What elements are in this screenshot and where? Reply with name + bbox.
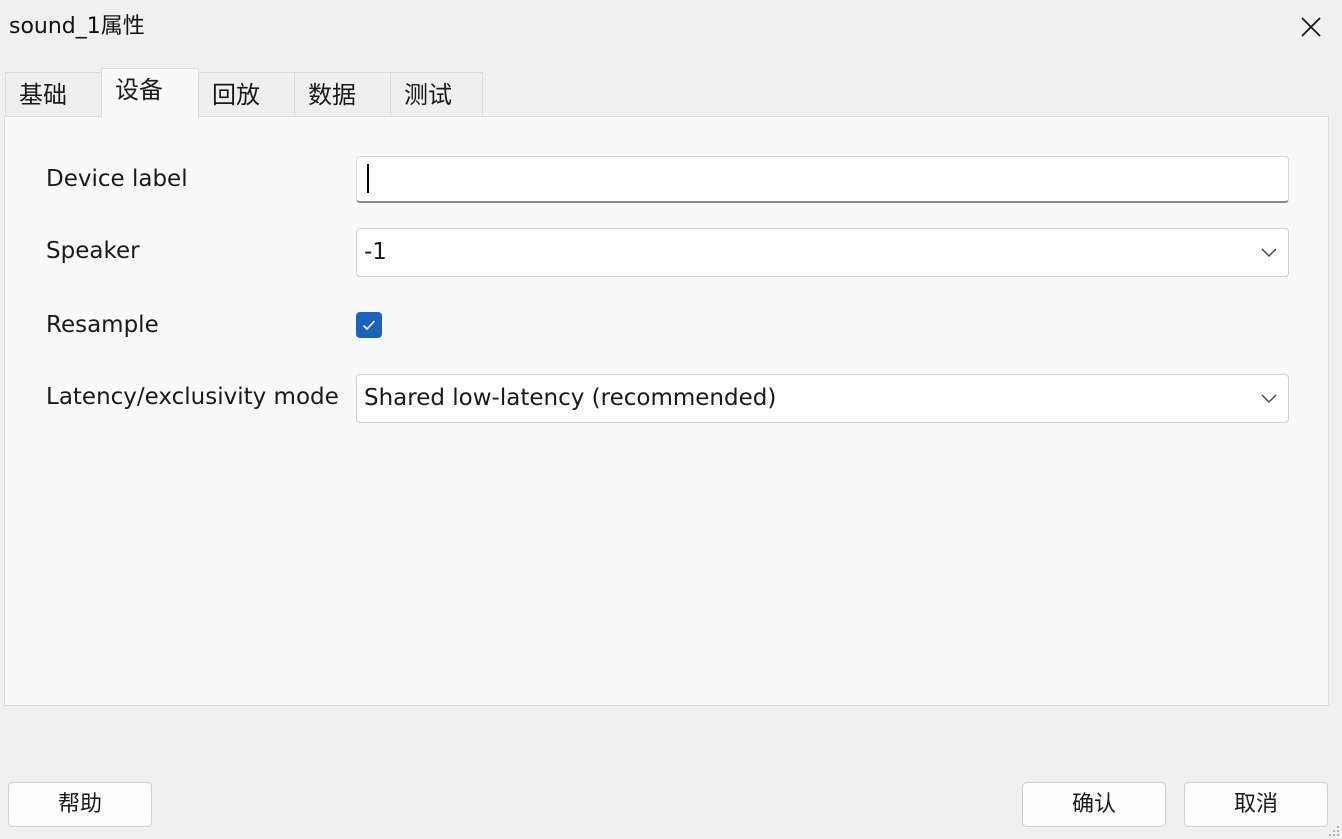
ok-button[interactable]: 确认 xyxy=(1022,782,1166,827)
tab-data[interactable]: 数据 xyxy=(294,72,391,116)
tab-basic[interactable]: 基础 xyxy=(5,72,102,116)
tab-test[interactable]: 测试 xyxy=(390,72,483,116)
window-title: sound_1属性 xyxy=(9,14,145,39)
resample-label: Resample xyxy=(46,312,159,338)
chevron-down-icon xyxy=(1261,248,1277,257)
latency-mode-label: Latency/exclusivity mode xyxy=(46,384,339,410)
close-icon xyxy=(1301,17,1321,37)
resample-checkbox[interactable] xyxy=(356,312,382,338)
tab-device[interactable]: 设备 xyxy=(101,68,199,118)
text-cursor xyxy=(367,164,369,193)
latency-mode-select[interactable]: Shared low-latency (recommended) xyxy=(356,374,1289,423)
tab-playback[interactable]: 回放 xyxy=(198,72,295,116)
latency-mode-value: Shared low-latency (recommended) xyxy=(364,385,777,411)
title-bar: sound_1属性 xyxy=(0,0,1342,56)
device-tab-panel: Device label Speaker -1 Resample Latency… xyxy=(4,116,1329,706)
resize-grip-icon[interactable] xyxy=(1326,823,1340,837)
properties-dialog: sound_1属性 基础 设备 回放 数据 测试 Device label Sp… xyxy=(0,0,1342,839)
device-label-label: Device label xyxy=(46,166,188,192)
cancel-button[interactable]: 取消 xyxy=(1184,782,1328,827)
speaker-value: -1 xyxy=(364,239,387,265)
checkmark-icon xyxy=(362,320,376,331)
chevron-down-icon xyxy=(1261,394,1277,403)
speaker-select[interactable]: -1 xyxy=(356,228,1289,277)
speaker-label: Speaker xyxy=(46,238,140,264)
close-button[interactable] xyxy=(1294,10,1328,44)
device-label-input[interactable] xyxy=(356,156,1289,203)
help-button[interactable]: 帮助 xyxy=(8,782,152,827)
